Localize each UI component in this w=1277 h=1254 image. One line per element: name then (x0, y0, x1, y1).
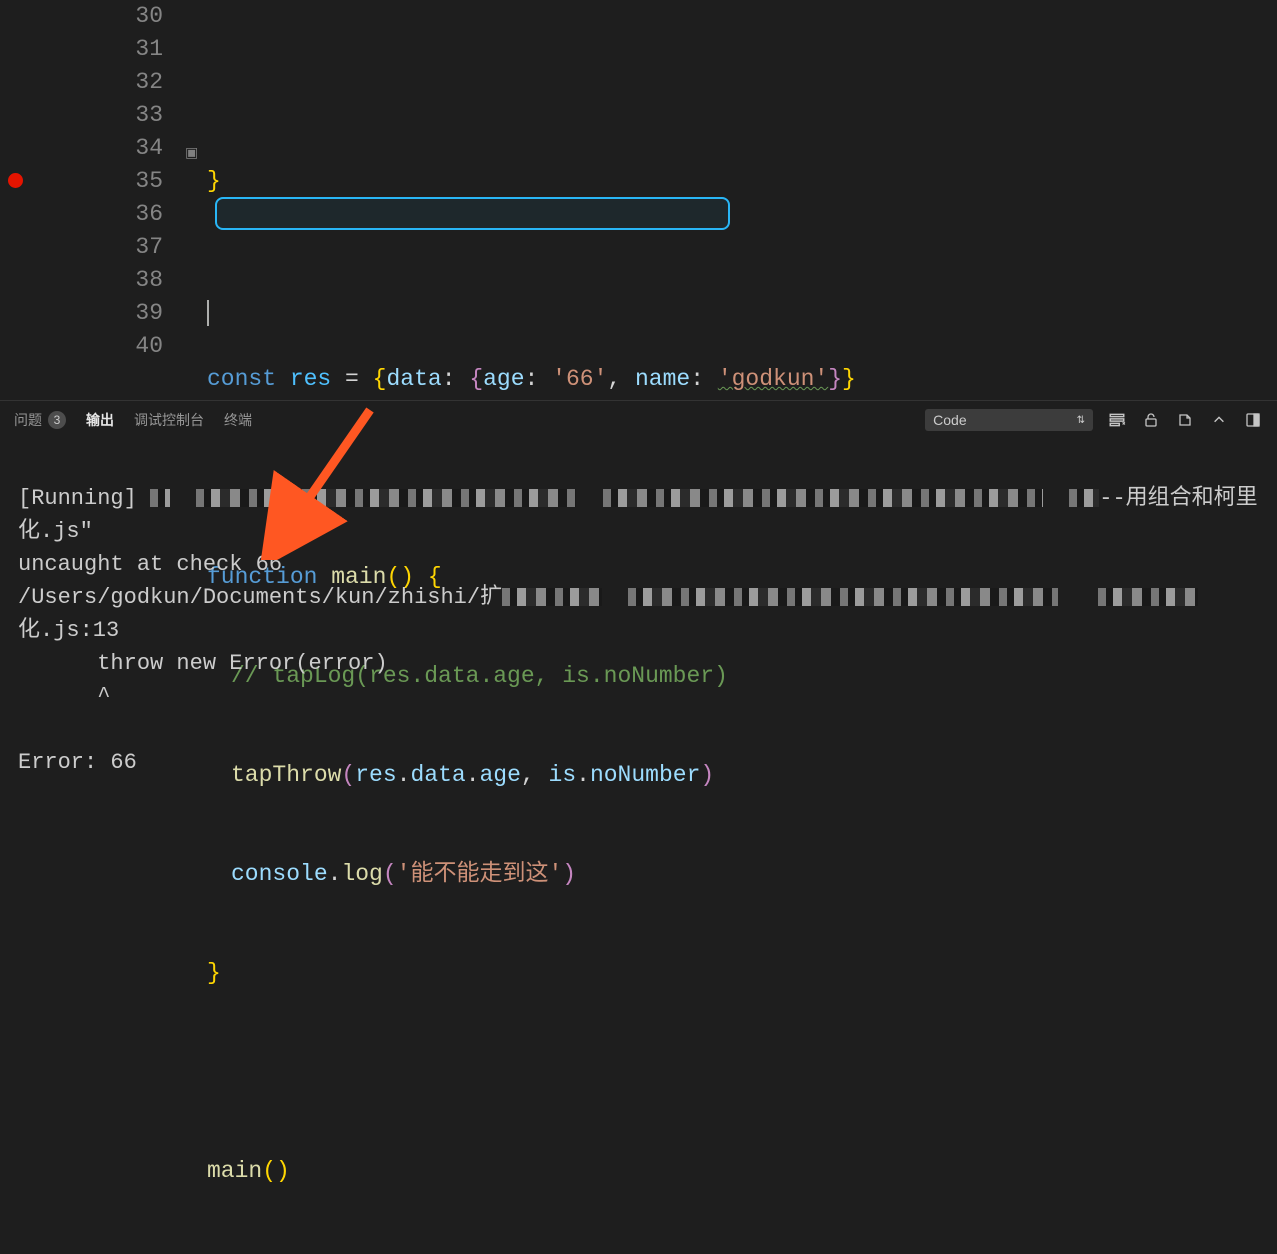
tab-output[interactable]: 输出 (86, 408, 114, 432)
text-cursor (207, 300, 209, 326)
code-line[interactable]: } (207, 165, 1277, 198)
redacted-text (1098, 588, 1198, 606)
output-line: ^ (18, 684, 110, 709)
code-line[interactable]: console.log('能不能走到这') (207, 858, 1277, 891)
output-line: throw new Error(error) (18, 651, 388, 676)
tab-label: 输出 (86, 410, 114, 430)
code-line[interactable]: } (207, 957, 1277, 990)
code-editor[interactable]: 30 31 32 33 34 35 36 37 38 39 40 ▣ } con… (0, 0, 1277, 400)
output-line: Error: 66 (18, 750, 137, 775)
output-content[interactable]: [Running] --用组合和柯里化.js" uncaught at chec… (0, 439, 1277, 822)
code-line[interactable]: main() (207, 1155, 1277, 1188)
fold-toggle-icon[interactable]: ▣ (185, 138, 198, 171)
output-line: uncaught at check 66 (18, 552, 282, 577)
line-number: 33 (130, 99, 163, 132)
bottom-panel: 问题 3 输出 调试控制台 终端 Code ⇅ (0, 400, 1277, 750)
code-line[interactable]: const res = {data: {age: '66', name: 'go… (207, 363, 1277, 396)
tab-label: 问题 (14, 410, 42, 430)
output-line: /Users/godkun/Documents/kun/zhishi/扩 化.j… (18, 585, 1198, 643)
line-number: 38 (130, 264, 163, 297)
redacted-text (502, 588, 602, 606)
problems-count-badge: 3 (48, 411, 66, 429)
code-line[interactable] (207, 1056, 1277, 1089)
tab-label: 调试控制台 (134, 410, 204, 430)
line-number: 39 (130, 297, 163, 330)
code-area[interactable]: } const res = {data: {age: '66', name: '… (207, 0, 1277, 400)
line-number: 34 (130, 132, 163, 165)
redacted-text (603, 489, 1043, 507)
selection-highlight (215, 197, 730, 230)
line-number: 31 (130, 33, 163, 66)
line-number: 36 (130, 198, 163, 231)
breakpoint-marker[interactable] (8, 173, 23, 188)
line-number: 35 (130, 165, 163, 198)
tab-debug-console[interactable]: 调试控制台 (134, 408, 204, 432)
redacted-text (628, 588, 1058, 606)
code-line[interactable] (207, 264, 1277, 297)
breakpoint-gutter[interactable] (0, 0, 30, 400)
line-number: 40 (130, 330, 163, 363)
line-number: 32 (130, 66, 163, 99)
output-line: [Running] --用组合和柯里化.js" (18, 486, 1258, 544)
redacted-text (1069, 489, 1099, 507)
line-number-gutter: 30 31 32 33 34 35 36 37 38 39 40 (130, 0, 185, 400)
tab-problems[interactable]: 问题 3 (14, 408, 66, 432)
line-number: 37 (130, 231, 163, 264)
fold-gutter[interactable]: ▣ (185, 0, 207, 400)
redacted-text (150, 489, 170, 507)
line-number: 30 (130, 0, 163, 33)
redacted-text (196, 489, 576, 507)
